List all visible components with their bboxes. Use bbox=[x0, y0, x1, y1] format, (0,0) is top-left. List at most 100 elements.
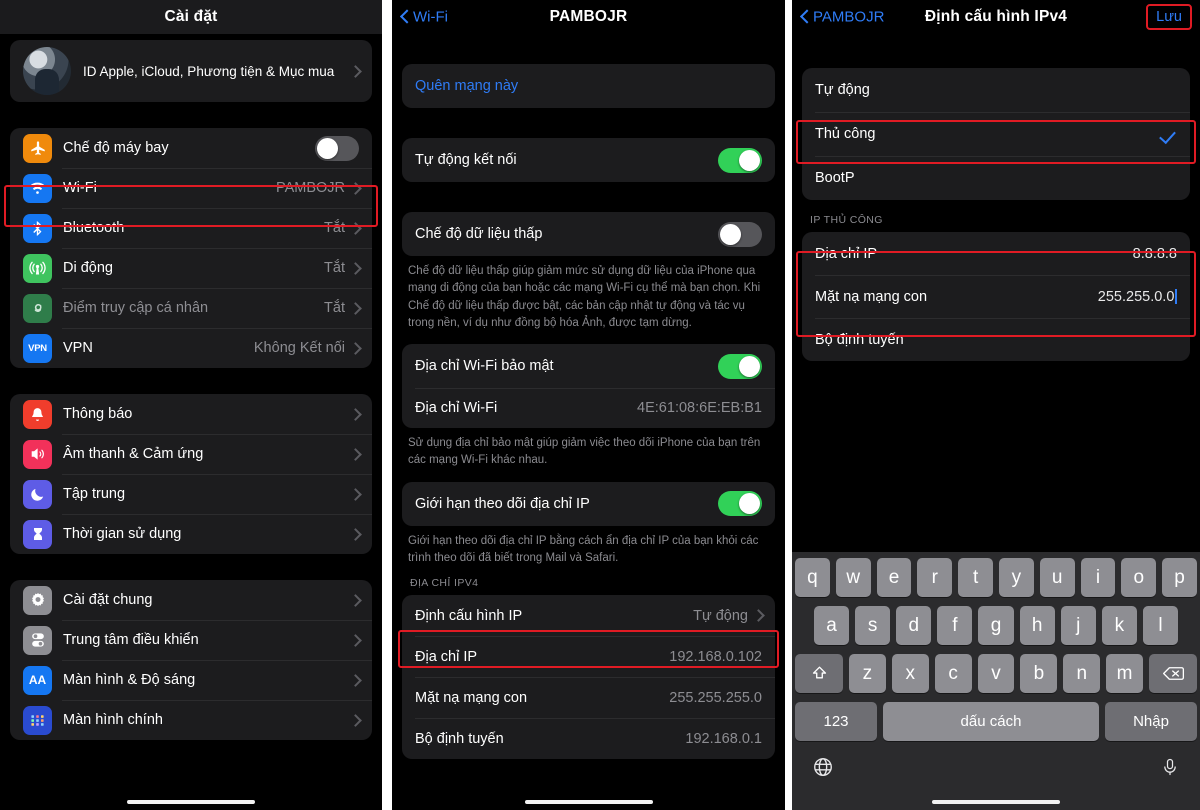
manual-ip-address-label: Địa chỉ IP bbox=[815, 245, 878, 262]
mode-option-automatic[interactable]: Tự động bbox=[802, 68, 1190, 112]
wifi-address-row: Địa chỉ Wi-Fi 4E:61:08:6E:EB:B1 bbox=[402, 388, 775, 428]
key-m[interactable]: m bbox=[1106, 654, 1144, 693]
back-label: PAMBOJR bbox=[813, 8, 885, 26]
limit-tracking-row[interactable]: Giới hạn theo dõi địa chỉ IP bbox=[402, 482, 775, 526]
enter-key[interactable]: Nhập bbox=[1105, 702, 1197, 741]
key-l[interactable]: l bbox=[1142, 606, 1178, 645]
airplane-toggle[interactable] bbox=[315, 135, 359, 161]
key-v[interactable]: v bbox=[977, 654, 1015, 693]
private-address-toggle[interactable] bbox=[718, 353, 762, 379]
settings-row-display[interactable]: AA Màn hình & Độ sáng bbox=[10, 660, 372, 700]
manual-subnet-value[interactable]: 255.255.0.0 bbox=[1098, 289, 1175, 305]
forget-network-label: Quên mạng này bbox=[415, 78, 519, 94]
mode-label: BootP bbox=[815, 170, 855, 186]
chevron-left-icon bbox=[800, 10, 809, 25]
settings-row-bluetooth[interactable]: Bluetooth Tắt bbox=[10, 208, 372, 248]
key-w[interactable]: w bbox=[835, 558, 871, 597]
panel-divider-1 bbox=[382, 0, 392, 810]
control-center-icon bbox=[23, 625, 52, 655]
key-f[interactable]: f bbox=[937, 606, 973, 645]
settings-row-airplane[interactable]: Chế độ máy bay bbox=[10, 128, 372, 168]
router-value: 192.168.0.1 bbox=[685, 730, 762, 747]
key-k[interactable]: k bbox=[1101, 606, 1137, 645]
settings-row-screentime[interactable]: Thời gian sử dụng bbox=[10, 514, 372, 554]
avatar bbox=[23, 47, 71, 95]
key-t[interactable]: t bbox=[958, 558, 993, 597]
settings-row-general[interactable]: Cài đặt chung bbox=[10, 580, 372, 620]
apple-id-row[interactable]: ID Apple, iCloud, Phương tiện & Mục mua bbox=[10, 40, 372, 102]
microphone-icon[interactable] bbox=[1160, 756, 1180, 778]
settings-row-control-center[interactable]: Trung tâm điều khiển bbox=[10, 620, 372, 660]
key-r[interactable]: r bbox=[917, 558, 953, 597]
settings-row-notifications[interactable]: Thông báo bbox=[10, 394, 372, 434]
back-to-wifi-button[interactable]: Wi-Fi bbox=[400, 9, 448, 26]
key-j[interactable]: j bbox=[1060, 606, 1096, 645]
mode-option-manual[interactable]: Thủ công bbox=[802, 112, 1190, 156]
auto-join-toggle[interactable] bbox=[718, 147, 762, 173]
settings-navbar: Cài đặt bbox=[0, 0, 382, 34]
key-c[interactable]: c bbox=[934, 654, 972, 693]
settings-row-hotspot[interactable]: Điểm truy cập cá nhân Tắt bbox=[10, 288, 372, 328]
low-data-label: Chế độ dữ liệu thấp bbox=[415, 226, 543, 242]
key-q[interactable]: q bbox=[795, 558, 830, 597]
bluetooth-value: Tắt bbox=[324, 220, 345, 236]
key-e[interactable]: e bbox=[876, 558, 912, 597]
forget-network-row[interactable]: Quên mạng này bbox=[402, 64, 775, 108]
key-z[interactable]: z bbox=[849, 654, 886, 693]
key-i[interactable]: i bbox=[1080, 558, 1116, 597]
key-y[interactable]: y bbox=[999, 558, 1034, 597]
wifi-address-value: 4E:61:08:6E:EB:B1 bbox=[637, 400, 762, 416]
backspace-icon[interactable] bbox=[1149, 654, 1198, 693]
private-address-row[interactable]: Địa chỉ Wi-Fi bảo mật bbox=[402, 344, 775, 388]
key-d[interactable]: d bbox=[896, 606, 932, 645]
key-g[interactable]: g bbox=[978, 606, 1014, 645]
configure-navbar: PAMBOJR Định cấu hình IPv4 Lưu bbox=[792, 0, 1200, 34]
key-p[interactable]: p bbox=[1162, 558, 1197, 597]
wifi-icon bbox=[23, 173, 52, 203]
manual-subnet-row[interactable]: Mặt nạ mạng con 255.255.0.0 bbox=[802, 275, 1190, 318]
key-o[interactable]: o bbox=[1121, 558, 1157, 597]
chevron-right-icon bbox=[351, 302, 359, 315]
shift-icon[interactable] bbox=[795, 654, 843, 693]
globe-icon[interactable] bbox=[812, 756, 834, 778]
numbers-key[interactable]: 123 bbox=[795, 702, 877, 741]
space-key[interactable]: dấu cách bbox=[883, 702, 1099, 741]
settings-row-home-screen[interactable]: Màn hình chính bbox=[10, 700, 372, 740]
key-b[interactable]: b bbox=[1020, 654, 1058, 693]
low-data-group: Chế độ dữ liệu thấp bbox=[402, 212, 775, 256]
key-u[interactable]: u bbox=[1039, 558, 1075, 597]
manual-ip-address-row[interactable]: Địa chỉ IP 8.8.8.8 bbox=[802, 232, 1190, 275]
auto-join-row[interactable]: Tự động kết nối bbox=[402, 138, 775, 182]
key-n[interactable]: n bbox=[1063, 654, 1101, 693]
key-s[interactable]: s bbox=[855, 606, 891, 645]
settings-label: Trung tâm điều khiển bbox=[63, 632, 199, 648]
settings-row-wifi[interactable]: Wi-Fi PAMBOJR bbox=[10, 168, 372, 208]
settings-row-cellular[interactable]: Di động Tắt bbox=[10, 248, 372, 288]
display-aa-icon: AA bbox=[23, 665, 52, 695]
key-a[interactable]: a bbox=[814, 606, 850, 645]
cellular-value: Tắt bbox=[324, 260, 345, 276]
settings-row-vpn[interactable]: VPN VPN Không Kết nối bbox=[10, 328, 372, 368]
chevron-right-icon bbox=[351, 674, 359, 687]
key-h[interactable]: h bbox=[1019, 606, 1055, 645]
network-navbar: Wi-Fi PAMBOJR bbox=[392, 0, 785, 34]
manual-router-row[interactable]: Bộ định tuyến bbox=[802, 318, 1190, 361]
manual-ip-address-value[interactable]: 8.8.8.8 bbox=[1133, 246, 1177, 262]
home-indicator bbox=[127, 800, 255, 804]
vpn-value: Không Kết nối bbox=[253, 340, 345, 356]
key-x[interactable]: x bbox=[891, 654, 929, 693]
apple-id-label: ID Apple, iCloud, Phương tiện & Mục mua bbox=[83, 63, 335, 79]
mode-option-bootp[interactable]: BootP bbox=[802, 156, 1190, 200]
back-to-network-button[interactable]: PAMBOJR bbox=[800, 9, 884, 26]
save-button[interactable]: Lưu bbox=[1146, 4, 1192, 30]
onscreen-keyboard: q w e r t y u i o p a s d f g h j k l z … bbox=[792, 552, 1200, 810]
limit-tracking-toggle[interactable] bbox=[718, 491, 762, 516]
configure-ip-value: Tự động bbox=[693, 607, 748, 624]
configure-ip-row[interactable]: Định cấu hình IP Tự động bbox=[402, 595, 775, 636]
chevron-right-icon bbox=[351, 594, 359, 607]
low-data-row[interactable]: Chế độ dữ liệu thấp bbox=[402, 212, 775, 256]
settings-row-sounds[interactable]: Âm thanh & Cảm ứng bbox=[10, 434, 372, 474]
settings-row-focus[interactable]: Tập trung bbox=[10, 474, 372, 514]
profile-group: ID Apple, iCloud, Phương tiện & Mục mua bbox=[10, 40, 372, 102]
low-data-toggle[interactable] bbox=[718, 221, 762, 247]
